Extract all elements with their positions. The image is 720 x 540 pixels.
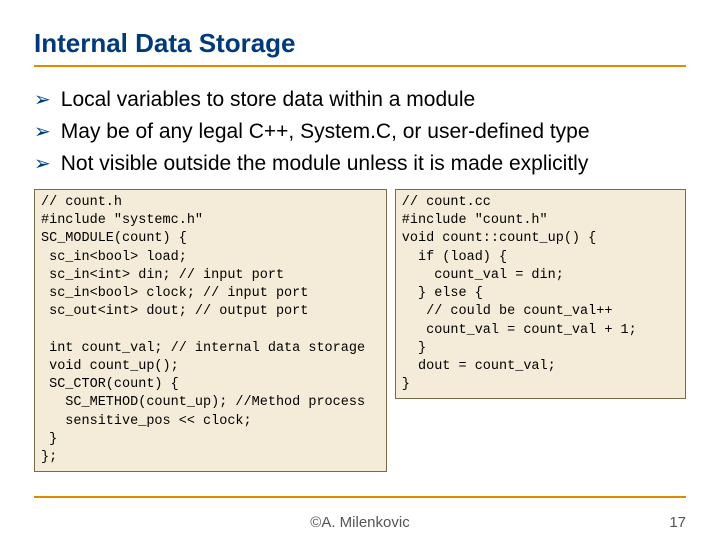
bullet-text: May be of any legal C++, System.C, or us… bbox=[61, 117, 590, 146]
footer-author: ©A. Milenkovic bbox=[310, 514, 409, 531]
bullet-marker-icon: ➢ bbox=[34, 149, 51, 179]
bullet-marker-icon: ➢ bbox=[34, 85, 51, 115]
list-item: ➢ May be of any legal C++, System.C, or … bbox=[34, 117, 686, 147]
code-block-header: // count.h #include "systemc.h" SC_MODUL… bbox=[34, 189, 387, 472]
list-item: ➢ Local variables to store data within a… bbox=[34, 85, 686, 115]
code-columns: // count.h #include "systemc.h" SC_MODUL… bbox=[34, 189, 686, 472]
bullet-marker-icon: ➢ bbox=[34, 117, 51, 147]
page-title: Internal Data Storage bbox=[34, 28, 686, 59]
title-underline bbox=[34, 65, 686, 67]
bullet-list: ➢ Local variables to store data within a… bbox=[34, 85, 686, 179]
footer-page-number: 17 bbox=[669, 514, 686, 531]
code-block-source: // count.cc #include "count.h" void coun… bbox=[395, 189, 686, 399]
footer-rule bbox=[34, 496, 686, 498]
slide: Internal Data Storage ➢ Local variables … bbox=[0, 0, 720, 540]
bullet-text: Local variables to store data within a m… bbox=[61, 85, 475, 114]
list-item: ➢ Not visible outside the module unless … bbox=[34, 149, 686, 179]
bullet-text: Not visible outside the module unless it… bbox=[61, 149, 589, 178]
